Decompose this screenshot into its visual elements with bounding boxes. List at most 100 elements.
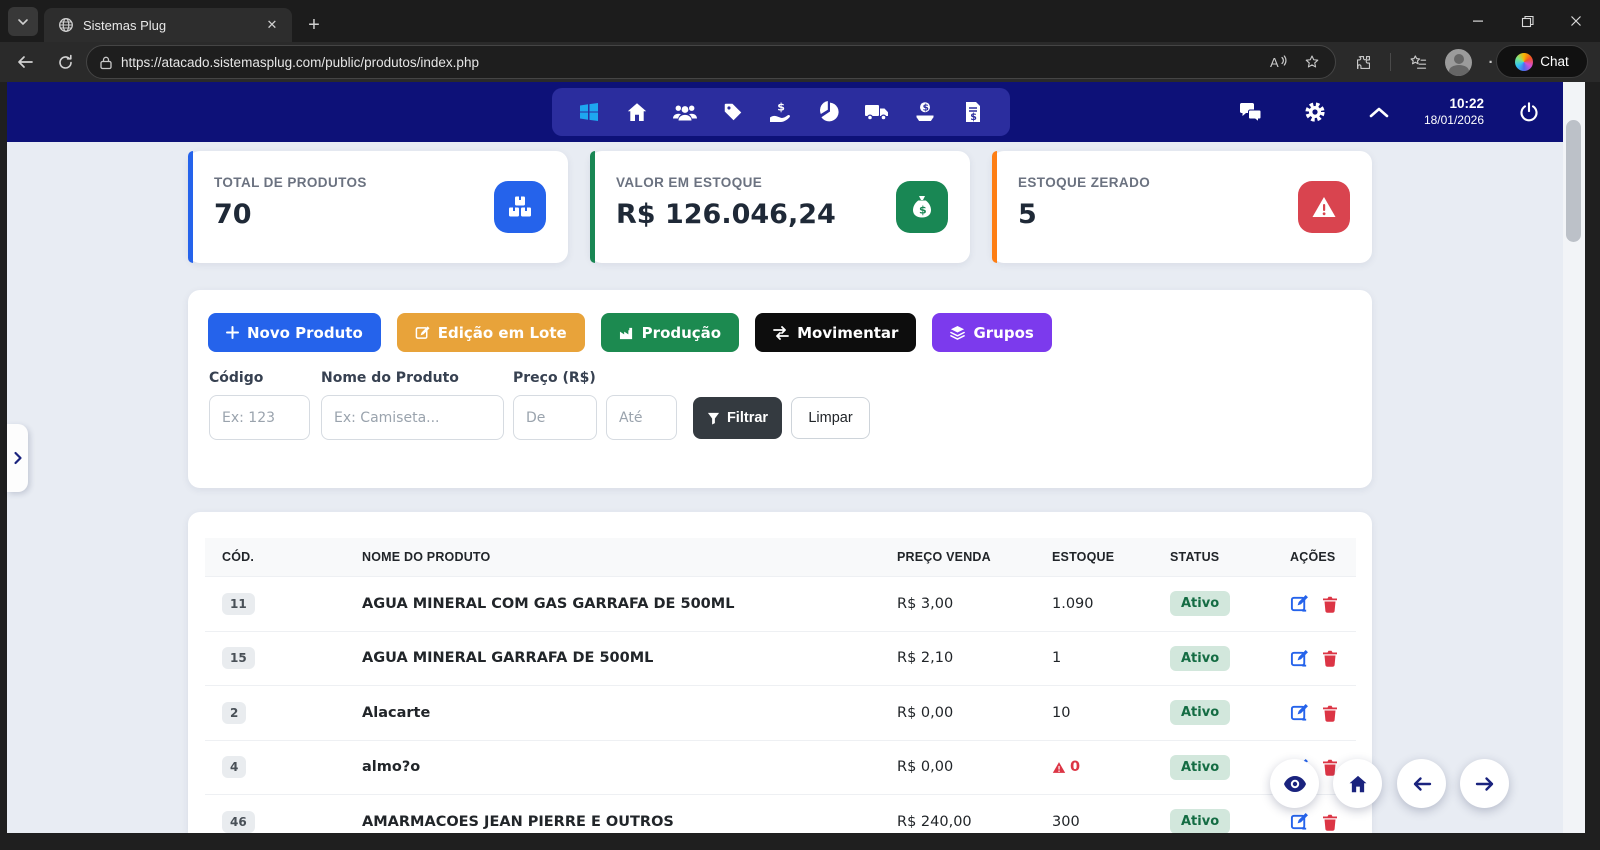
delete-button[interactable] [1322, 649, 1338, 667]
card-accent [590, 151, 595, 263]
hand-dollar-icon[interactable]: $ [762, 93, 800, 131]
chat-bubbles-icon[interactable] [1232, 93, 1270, 131]
product-name: AMARMACOES JEAN PIERRE E OUTROS [362, 814, 897, 830]
table-header-row: CÓD. NOME DO PRODUTO PREÇO VENDA ESTOQUE… [205, 538, 1356, 576]
edit-button[interactable] [1290, 594, 1309, 613]
favorite-star-button[interactable] [1299, 47, 1325, 77]
pie-chart-icon[interactable] [810, 93, 848, 131]
refresh-button[interactable] [48, 47, 82, 77]
caret-up-icon[interactable] [1360, 93, 1398, 131]
url-input[interactable] [121, 55, 1257, 70]
users-icon[interactable] [666, 93, 704, 131]
card-accent [992, 151, 997, 263]
address-bar[interactable]: A [86, 45, 1336, 79]
table-row: 11 AGUA MINERAL COM GAS GARRAFA DE 500ML… [205, 576, 1356, 631]
product-stock: 1.090 [1052, 596, 1170, 612]
windows-icon[interactable] [570, 93, 608, 131]
product-name: Alacarte [362, 705, 897, 721]
prev-page-button[interactable] [1397, 759, 1446, 808]
preco-de-input[interactable] [513, 395, 597, 440]
profile-avatar[interactable] [1445, 49, 1472, 76]
new-tab-button[interactable]: + [300, 11, 328, 39]
back-button[interactable] [8, 47, 42, 77]
limpar-label: Limpar [808, 410, 852, 426]
collections-button[interactable] [1401, 47, 1435, 77]
codigo-input[interactable] [209, 395, 310, 440]
home-button[interactable] [1333, 759, 1382, 808]
table-row: 46 AMARMACOES JEAN PIERRE E OUTROS R$ 24… [205, 794, 1356, 833]
window-minimize-button[interactable] [1455, 0, 1501, 42]
edit-button[interactable] [1290, 649, 1309, 668]
card-total-produtos: TOTAL DE PRODUTOS 70 [188, 151, 568, 263]
preco-ate-input[interactable] [606, 395, 677, 440]
card-accent [188, 151, 193, 263]
page-scrollbar[interactable] [1563, 82, 1585, 833]
status-badge: Ativo [1170, 700, 1230, 725]
coin-slot-icon[interactable]: $ [906, 93, 944, 131]
extensions-button[interactable] [1346, 47, 1380, 77]
delete-button[interactable] [1322, 595, 1338, 613]
svg-text:A: A [1270, 55, 1279, 69]
time: 10:22 [1424, 96, 1484, 113]
edit-button[interactable] [1290, 812, 1309, 831]
minimize-icon [1472, 15, 1484, 27]
window-close-button[interactable] [1553, 0, 1599, 42]
scrollbar-thumb[interactable] [1566, 120, 1581, 242]
power-icon[interactable] [1510, 93, 1548, 131]
status-badge: Ativo [1170, 646, 1230, 671]
novo-produto-button[interactable]: Novo Produto [208, 313, 381, 352]
toolbar-right-icons: ··· [1346, 45, 1516, 79]
novo-produto-label: Novo Produto [247, 324, 363, 342]
product-price: R$ 240,00 [897, 814, 1052, 830]
product-code: 4 [222, 756, 246, 778]
movimentar-button[interactable]: Movimentar [755, 313, 916, 352]
edit-button[interactable] [1290, 703, 1309, 722]
lock-icon [99, 55, 113, 70]
view-button[interactable] [1270, 759, 1319, 808]
favorites-list-icon [1409, 54, 1427, 70]
read-aloud-icon: A [1270, 55, 1287, 69]
nome-produto-input[interactable] [321, 395, 504, 440]
filtrar-button[interactable]: Filtrar [693, 397, 782, 439]
product-price: R$ 2,10 [897, 650, 1052, 666]
gear-icon[interactable] [1296, 93, 1334, 131]
next-page-button[interactable] [1460, 759, 1509, 808]
globe-icon [58, 17, 74, 33]
limpar-button[interactable]: Limpar [791, 397, 870, 439]
edicao-em-lote-label: Edição em Lote [438, 324, 567, 342]
product-stock: 0 [1070, 759, 1080, 775]
grupos-button[interactable]: Grupos [932, 313, 1051, 352]
product-price: R$ 0,00 [897, 759, 1052, 775]
sidebar-expander[interactable] [7, 424, 28, 492]
product-name: AGUA MINERAL GARRAFA DE 500ML [362, 650, 897, 666]
producao-label: Produção [642, 324, 721, 342]
funnel-icon [707, 412, 720, 425]
arrow-left-icon [1412, 776, 1432, 792]
delete-button[interactable] [1322, 704, 1338, 722]
window-restore-button[interactable] [1504, 0, 1550, 42]
warning-triangle-icon [1298, 181, 1350, 233]
home-icon[interactable] [618, 93, 656, 131]
product-stock-alert: 0 [1052, 759, 1170, 775]
svg-text:$: $ [919, 204, 927, 217]
tab-list-button[interactable] [8, 7, 38, 36]
product-code: 15 [222, 647, 255, 669]
avatar-head [1454, 54, 1464, 64]
col-estoque: ESTOQUE [1052, 550, 1170, 564]
invoice-icon[interactable]: $ [954, 93, 992, 131]
copilot-icon [1515, 53, 1533, 71]
tab-close-icon[interactable]: ✕ [262, 15, 282, 35]
producao-button[interactable]: Produção [601, 313, 739, 352]
card-valor-estoque: VALOR EM ESTOQUE R$ 126.046,24 $ [590, 151, 970, 263]
pen-square-icon [415, 325, 430, 340]
tag-icon[interactable] [714, 93, 752, 131]
delete-button[interactable] [1322, 813, 1338, 831]
browser-tab[interactable]: Sistemas Plug ✕ [44, 8, 292, 42]
col-acoes: AÇÕES [1290, 550, 1356, 564]
copilot-chat-button[interactable]: Chat [1496, 45, 1588, 78]
boxes-icon [494, 181, 546, 233]
truck-icon[interactable] [858, 93, 896, 131]
read-aloud-button[interactable]: A [1265, 47, 1291, 77]
product-stock: 10 [1052, 705, 1170, 721]
edicao-em-lote-button[interactable]: Edição em Lote [397, 313, 585, 352]
